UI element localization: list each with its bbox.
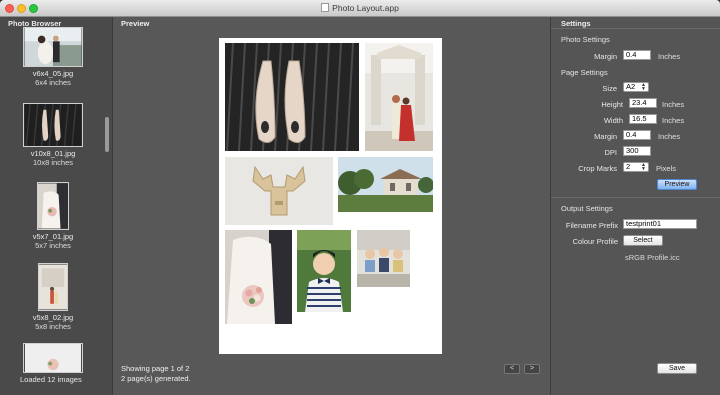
photo-browser-sidebar: Photo Browser v6x4_05.jpg 6x4 inches v10…: [0, 17, 113, 395]
dpi-input[interactable]: 300: [623, 146, 651, 156]
page-height-unit: Inches: [662, 100, 685, 109]
preview-button[interactable]: Preview: [657, 179, 697, 190]
chevron-updown-icon: ▲ ▼: [641, 162, 646, 172]
layout-photo-shoes: [225, 43, 359, 151]
page-size-value: A2: [626, 82, 636, 91]
thumbnail-filename: v5x8_02.jpg: [32, 313, 74, 322]
filename-prefix-label: Filename Prefix: [565, 221, 618, 230]
thumbnail-size: 6x4 inches: [35, 78, 71, 87]
page-width-label: Width: [603, 116, 623, 125]
thumbnail-item[interactable]: v5x8_02.jpg 5x8 inches: [0, 263, 106, 331]
layout-photo-boy: [297, 230, 351, 312]
thumbnail-size: 5x7 inches: [35, 241, 71, 250]
page-height-label: Height: [601, 100, 623, 109]
sidebar-status: Loaded 12 images: [20, 375, 82, 384]
page-info-text: Showing page 1 of 2: [121, 364, 190, 373]
title-bar: Photo Layout.app: [0, 0, 720, 17]
thumbnail-image: [23, 103, 83, 147]
next-page-button[interactable]: >: [524, 364, 540, 374]
crop-marks-select[interactable]: 2 ▲ ▼: [623, 162, 649, 172]
page-height-input[interactable]: 23.4: [629, 98, 657, 108]
window-title-area: Photo Layout.app: [0, 3, 720, 13]
previous-page-button[interactable]: <: [504, 364, 520, 374]
photo-margin-input[interactable]: 0.4: [623, 50, 651, 60]
thumbnail-item[interactable]: v10x8_01.jpg 10x8 inches: [0, 103, 106, 167]
photo-settings-title: Photo Settings: [561, 35, 610, 44]
dpi-label: DPI: [604, 148, 617, 157]
save-button[interactable]: Save: [657, 363, 697, 374]
colour-profile-name: sRGB Profile.icc: [625, 253, 680, 262]
sidebar-scrollbar[interactable]: [105, 117, 109, 152]
thumbnail-filename: v5x7_01.jpg: [32, 232, 74, 241]
crop-marks-value: 2: [626, 162, 631, 171]
thumbnail-filename: v6x4_05.jpg: [32, 69, 74, 78]
thumbnail-image: [37, 182, 69, 230]
divider: [551, 28, 720, 29]
photo-margin-unit: Inches: [658, 52, 681, 61]
page-size-label: Size: [602, 84, 617, 93]
thumbnail-filename: v10x8_01.jpg: [30, 149, 76, 158]
page-margin-unit: Inches: [658, 132, 681, 141]
thumbnail-item[interactable]: [0, 343, 106, 373]
chevron-updown-icon: ▲ ▼: [641, 82, 646, 92]
select-profile-button[interactable]: Select: [623, 235, 663, 246]
thumbnail-size: 5x8 inches: [35, 322, 71, 331]
thumbnail-image: [23, 343, 83, 373]
window-title: Photo Layout.app: [332, 3, 399, 13]
settings-header: Settings: [561, 19, 591, 28]
crop-marks-unit: Pixels: [656, 164, 677, 173]
preview-header: Preview: [121, 19, 150, 28]
photo-margin-label: Margin: [594, 52, 617, 61]
thumbnail-item[interactable]: v5x7_01.jpg 5x7 inches: [0, 182, 106, 250]
app-window: Photo Layout.app Photo Browser v6x4_05.j…: [0, 0, 720, 395]
page-width-unit: Inches: [662, 116, 685, 125]
divider: [551, 197, 720, 198]
output-settings-title: Output Settings: [561, 204, 613, 213]
colour-profile-label: Colour Profile: [572, 237, 618, 246]
thumbnail-image: [23, 27, 83, 67]
layout-photo-couple-temple: [365, 43, 433, 151]
layout-photo-deer-mount: [225, 157, 333, 225]
preview-status: Showing page 1 of 2 2 page(s) generated.: [121, 364, 191, 384]
settings-panel: Settings Photo Settings Margin 0.4 Inche…: [550, 17, 720, 395]
document-icon: [321, 3, 330, 12]
page-size-select[interactable]: A2 ▲ ▼: [623, 82, 649, 92]
thumbnail-item[interactable]: v6x4_05.jpg 6x4 inches: [0, 27, 106, 87]
layout-photo-kids: [357, 230, 410, 287]
pages-generated-text: 2 page(s) generated.: [121, 374, 191, 383]
preview-area: Preview Showing page 1 of 2 2 page(s) ge…: [113, 17, 550, 395]
page-margin-input[interactable]: 0.4: [623, 130, 651, 140]
page-settings-title: Page Settings: [561, 68, 608, 77]
thumbnail-size: 10x8 inches: [32, 158, 74, 167]
page-margin-label: Margin: [594, 132, 617, 141]
layout-photo-house: [338, 157, 433, 212]
filename-prefix-input[interactable]: testprint01: [623, 219, 697, 229]
layout-photo-bride-bouquet: [225, 230, 292, 324]
crop-marks-label: Crop Marks: [578, 164, 617, 173]
thumbnail-image: [38, 263, 68, 311]
page-width-input[interactable]: 16.5: [629, 114, 657, 124]
preview-page: [219, 38, 442, 354]
